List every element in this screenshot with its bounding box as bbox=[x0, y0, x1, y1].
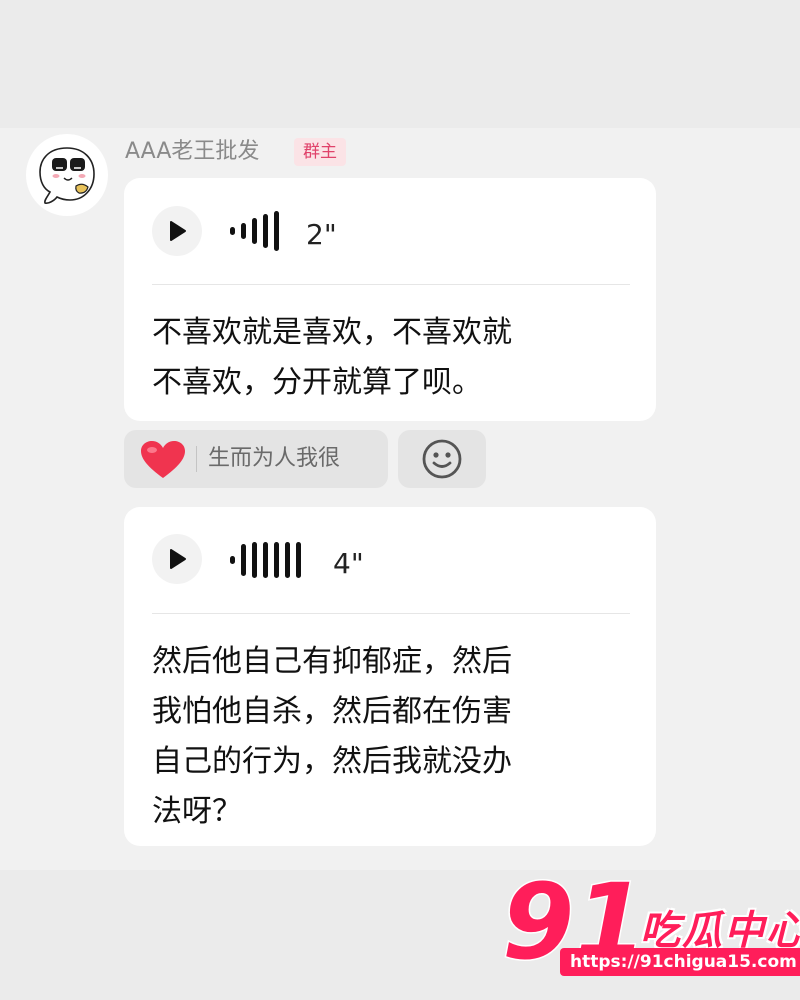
voice-transcript: 然后他自己有抑郁症，然后 我怕他自杀，然后都在伤害 自己的行为，然后我就没办 法… bbox=[152, 637, 612, 837]
transcript-line: 不喜欢，分开就算了呗。 bbox=[152, 365, 482, 400]
divider bbox=[152, 284, 630, 285]
group-owner-badge: 群主 bbox=[294, 138, 346, 166]
transcript-line: 不喜欢就是喜欢，不喜欢就 bbox=[152, 315, 512, 350]
play-button[interactable] bbox=[152, 534, 202, 584]
transcript-line: 法呀？ bbox=[152, 794, 242, 829]
voice-transcript: 不喜欢就是喜欢，不喜欢就 不喜欢，分开就算了呗。 bbox=[152, 308, 612, 408]
voice-waveform-icon bbox=[230, 211, 279, 251]
heart-icon bbox=[141, 441, 185, 478]
reaction-user-name: 生而为人我很 bbox=[208, 446, 341, 471]
watermark-url: https://91chigua15.com bbox=[560, 948, 800, 976]
sender-avatar[interactable] bbox=[26, 134, 108, 216]
top-background bbox=[0, 0, 800, 128]
play-button[interactable] bbox=[152, 206, 202, 256]
transcript-line: 我怕他自杀，然后都在伤害 bbox=[152, 694, 512, 729]
transcript-line: 然后他自己有抑郁症，然后 bbox=[152, 644, 512, 679]
voice-duration: 2" bbox=[306, 218, 337, 251]
voice-message-bubble[interactable]: 2" 不喜欢就是喜欢，不喜欢就 不喜欢，分开就算了呗。 bbox=[124, 178, 656, 421]
transcript-line: 自己的行为，然后我就没办 bbox=[152, 744, 512, 779]
voice-waveform-icon bbox=[230, 542, 301, 578]
reaction-chip[interactable]: 生而为人我很 bbox=[124, 430, 388, 488]
smiley-icon bbox=[422, 439, 462, 479]
divider bbox=[152, 613, 630, 614]
cartoon-avatar-icon bbox=[39, 147, 95, 204]
voice-duration: 4" bbox=[333, 547, 364, 580]
play-icon bbox=[170, 549, 186, 569]
play-icon bbox=[170, 221, 186, 241]
voice-message-bubble[interactable]: 4" 然后他自己有抑郁症，然后 我怕他自杀，然后都在伤害 自己的行为，然后我就没… bbox=[124, 507, 656, 846]
add-reaction-button[interactable] bbox=[398, 430, 486, 488]
reaction-separator bbox=[196, 446, 197, 472]
sender-name[interactable]: AAA老王批发 bbox=[125, 137, 259, 167]
